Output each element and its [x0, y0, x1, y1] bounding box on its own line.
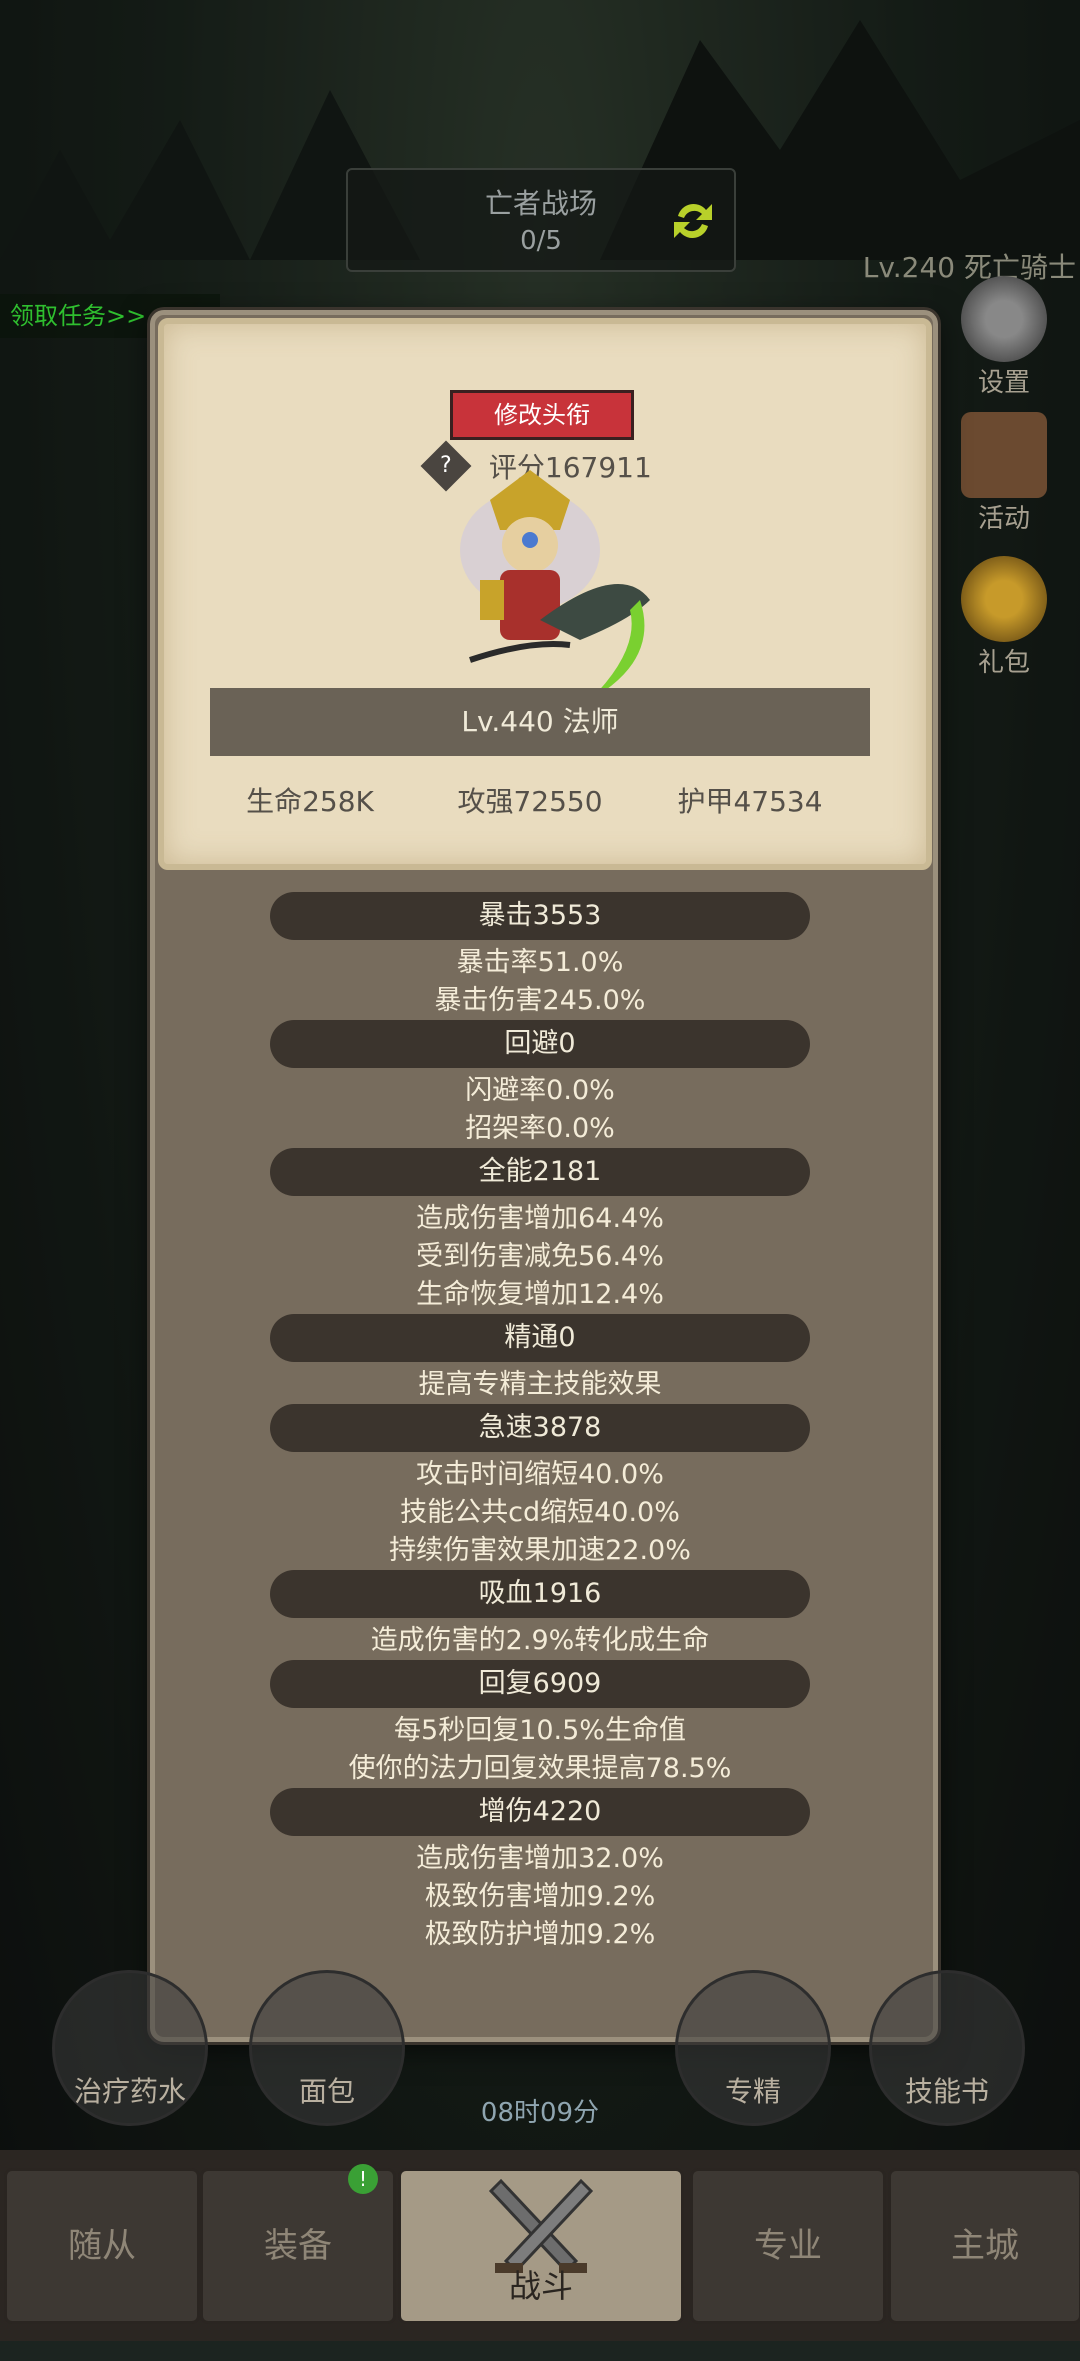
tab-profession[interactable]: 专业: [690, 2168, 886, 2324]
bread-label: 面包: [298, 2075, 355, 2108]
vers-reduction: 受到伤害减免56.4%: [416, 1241, 664, 1272]
haste-dot: 持续伤害效果加速22.0%: [389, 1535, 691, 1566]
settings-label: 设置: [977, 368, 1030, 398]
stage-box[interactable]: 亡者战场 0/5: [346, 168, 736, 272]
regen-hp: 每5秒回复10.5%生命值: [394, 1715, 686, 1746]
dmg-up-desc: 造成伤害增加32.0%: [416, 1843, 664, 1874]
hero-portrait: [460, 470, 650, 700]
tab-main-city[interactable]: 主城: [888, 2168, 1080, 2324]
crit-damage: 暴击伤害245.0%: [434, 985, 646, 1016]
regen-header: 回复6909: [270, 1660, 810, 1708]
skillbook-label: 技能书: [904, 2075, 989, 2108]
specialty-button[interactable]: 专精: [668, 1970, 838, 2126]
edit-title-button[interactable]: 修改头衔: [450, 390, 634, 440]
haste-attack: 攻击时间缩短40.0%: [416, 1459, 664, 1490]
parry-rate: 招架率0.0%: [465, 1113, 615, 1144]
gift-label: 礼包: [977, 648, 1030, 678]
specialty-label: 专精: [724, 2075, 781, 2108]
tab-battle-label: 战斗: [508, 2267, 573, 2305]
vers-damage: 造成伤害增加64.4%: [416, 1203, 664, 1234]
evade-rate: 闪避率0.0%: [465, 1075, 615, 1106]
versatility-header: 全能2181: [270, 1148, 810, 1196]
bottom-nav: 随从 装备 战斗 专业 主城 !: [0, 2150, 1080, 2341]
hp-stat: 生命258K: [246, 785, 374, 818]
mastery-desc: 提高专精主技能效果: [418, 1369, 662, 1400]
dodge-header: 回避0: [270, 1020, 810, 1068]
extreme-damage: 极致伤害增加9.2%: [424, 1881, 656, 1912]
regen-mana: 使你的法力回复效果提高78.5%: [348, 1753, 732, 1784]
bread-button[interactable]: 面包: [242, 1970, 412, 2126]
timer: 08时09分: [480, 2098, 600, 2128]
crit-header: 暴击3553: [270, 892, 810, 940]
activity-label: 活动: [977, 504, 1030, 534]
scroll-icon: [961, 412, 1047, 498]
tab-follower[interactable]: 随从: [4, 2168, 200, 2324]
haste-cd: 技能公共cd缩短40.0%: [400, 1497, 680, 1528]
extreme-defense: 极致防护增加9.2%: [424, 1919, 656, 1950]
gear-icon: [961, 276, 1047, 362]
gift-icon: [961, 556, 1047, 642]
base-stats: 生命258K 攻强72550 护甲47534: [200, 780, 880, 820]
hero-level-bar: Lv.440 法师: [210, 688, 870, 756]
notification-icon: !: [348, 2164, 378, 2194]
activity-button[interactable]: 活动: [944, 412, 1064, 535]
leech-desc: 造成伤害的2.9%转化成生命: [370, 1625, 710, 1656]
vers-heal: 生命恢复增加12.4%: [416, 1279, 664, 1310]
potion-label: 治疗药水: [73, 2075, 186, 2108]
haste-header: 急速3878: [270, 1404, 810, 1452]
leech-header: 吸血1916: [270, 1570, 810, 1618]
attack-stat: 攻强72550: [457, 785, 603, 818]
gift-button[interactable]: 礼包: [944, 556, 1064, 679]
skillbook-button[interactable]: 技能书: [862, 1970, 1032, 2126]
refresh-icon[interactable]: [668, 196, 718, 246]
armor-stat: 护甲47534: [677, 785, 823, 818]
crit-rate: 暴击率51.0%: [456, 947, 624, 978]
dmg-up-header: 增伤4220: [270, 1788, 810, 1836]
mastery-header: 精通0: [270, 1314, 810, 1362]
tab-battle[interactable]: 战斗: [398, 2168, 684, 2324]
settings-button[interactable]: 设置: [944, 276, 1064, 399]
potion-button[interactable]: 治疗药水: [45, 1970, 215, 2126]
